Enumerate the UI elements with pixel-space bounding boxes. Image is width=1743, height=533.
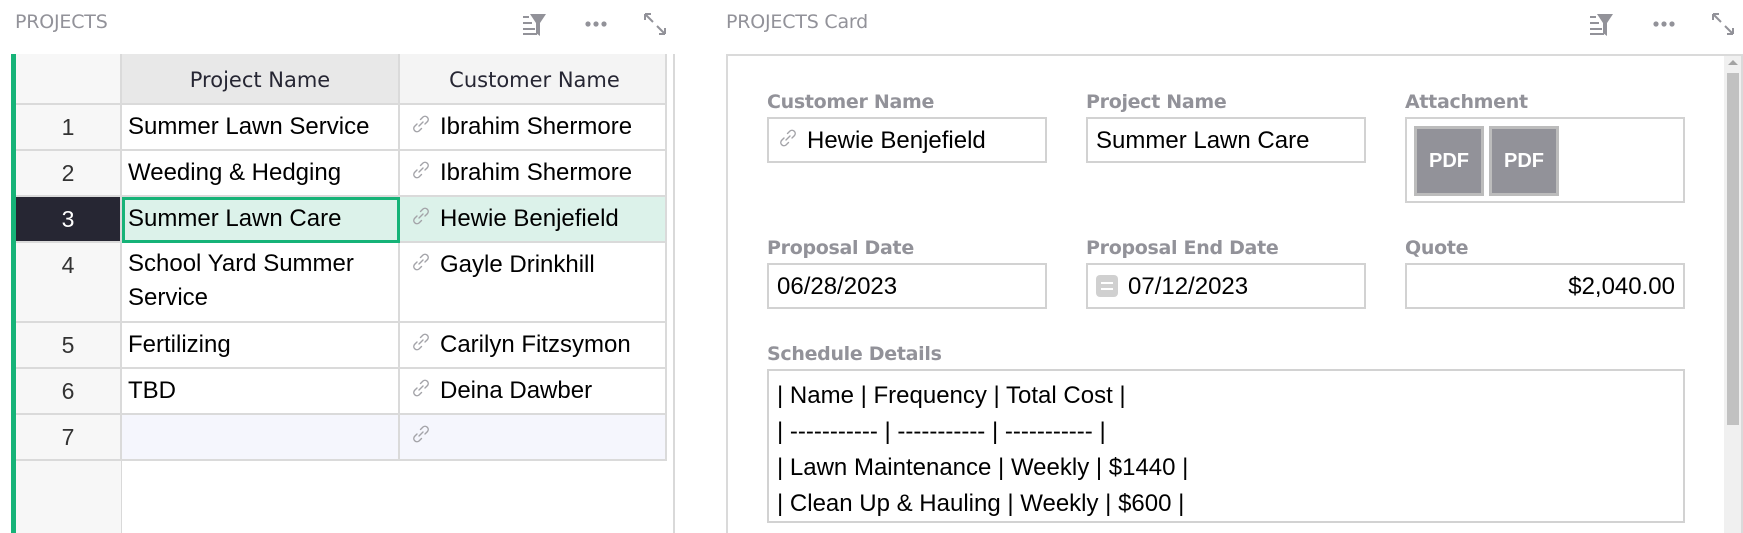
customer-name-cell[interactable]: [400, 415, 667, 461]
project-name-cell[interactable]: Fertilizing: [122, 323, 400, 369]
projects-section-title: PROJECTS: [15, 11, 108, 33]
proposal-end-date-field[interactable]: 07/12/2023: [1086, 263, 1366, 309]
reference-link-icon: [410, 113, 432, 135]
column-header-customer-name[interactable]: Customer Name: [400, 54, 667, 105]
more-options-icon[interactable]: [1651, 11, 1677, 37]
sort-filter-icon[interactable]: [521, 11, 547, 37]
schedule-details-label: Schedule Details: [767, 343, 942, 365]
card-scrollbar[interactable]: [1724, 56, 1741, 533]
quote-field[interactable]: $2,040.00: [1405, 263, 1685, 309]
table-row[interactable]: 1 Summer Lawn Service Ibrahim Shermore: [16, 105, 667, 151]
project-name-label: Project Name: [1086, 91, 1227, 113]
reference-link-icon: [410, 205, 432, 227]
row-number[interactable]: 7: [16, 415, 122, 461]
row-number[interactable]: 5: [16, 323, 122, 369]
customer-name-text: Ibrahim Shermore: [440, 159, 633, 186]
proposal-date-field[interactable]: 06/28/2023: [767, 263, 1047, 309]
row-number[interactable]: 1: [16, 105, 122, 151]
reference-link-icon: [410, 159, 432, 181]
schedule-details-line: | Clean Up & Hauling | Weekly | $600 |: [777, 490, 1185, 517]
project-name-cell-active[interactable]: Summer Lawn Care: [122, 197, 400, 243]
customer-name-text: Gayle Drinkhill: [440, 251, 595, 278]
pdf-attachment-thumbnail[interactable]: PDF: [1414, 126, 1484, 196]
quote-label: Quote: [1405, 237, 1469, 259]
scrollbar-thumb[interactable]: [1727, 73, 1739, 425]
scroll-up-arrow-icon[interactable]: [1728, 60, 1738, 65]
proposal-end-date-label: Proposal End Date: [1086, 237, 1279, 259]
proposal-end-date-value: 07/12/2023: [1128, 273, 1249, 300]
schedule-details-line: | Lawn Maintenance | Weekly | $1440 |: [777, 454, 1189, 481]
customer-name-cell[interactable]: Ibrahim Shermore: [400, 151, 667, 197]
customer-name-text: Deina Dawber: [440, 377, 593, 404]
schedule-details-line: | Name | Frequency | Total Cost |: [777, 382, 1126, 409]
project-name-cell[interactable]: School Yard Summer Service: [122, 243, 400, 323]
table-row[interactable]: 6 TBD Deina Dawber: [16, 369, 667, 415]
project-name-cell[interactable]: Weeding & Hedging: [122, 151, 400, 197]
row-number[interactable]: 4: [16, 243, 122, 323]
schedule-details-field[interactable]: | Name | Frequency | Total Cost | | ----…: [767, 369, 1685, 523]
reference-link-icon: [410, 377, 432, 399]
customer-name-text: Hewie Benjefield: [440, 205, 619, 232]
reference-link-icon: [410, 331, 432, 353]
table-row-selected[interactable]: 3 Summer Lawn Care Hewie Benjefield: [16, 197, 667, 243]
customer-name-cell[interactable]: Carilyn Fitzsymon: [400, 323, 667, 369]
table-row[interactable]: 4 School Yard Summer Service Gayle Drink…: [16, 243, 667, 323]
table-row[interactable]: 2 Weeding & Hedging Ibrahim Shermore: [16, 151, 667, 197]
expand-icon[interactable]: [1710, 11, 1736, 37]
table-row[interactable]: 5 Fertilizing Carilyn Fitzsymon: [16, 323, 667, 369]
expand-icon[interactable]: [642, 11, 668, 37]
customer-name-cell[interactable]: Ibrahim Shermore: [400, 105, 667, 151]
customer-name-text: Carilyn Fitzsymon: [440, 331, 631, 358]
customer-name-text: Ibrahim Shermore: [440, 113, 633, 140]
reference-link-icon: [410, 251, 432, 273]
customer-name-value: Hewie Benjefield: [807, 127, 986, 154]
attachment-label: Attachment: [1405, 91, 1528, 113]
project-name-cell[interactable]: Summer Lawn Service: [122, 105, 400, 151]
projects-grid: Project Name Customer Name 1 Summer Lawn…: [11, 54, 675, 533]
attachment-field[interactable]: PDF PDF: [1405, 117, 1685, 203]
customer-name-label: Customer Name: [767, 91, 935, 113]
customer-name-cell[interactable]: Deina Dawber: [400, 369, 667, 415]
row-number-header: [16, 54, 122, 105]
proposal-date-label: Proposal Date: [767, 237, 914, 259]
project-name-field[interactable]: Summer Lawn Care: [1086, 117, 1366, 163]
sort-filter-icon[interactable]: [1588, 11, 1614, 37]
row-number[interactable]: 3: [16, 197, 122, 243]
reference-link-icon: [777, 127, 799, 149]
formula-column-icon: [1096, 275, 1118, 297]
customer-name-field[interactable]: Hewie Benjefield: [767, 117, 1047, 163]
more-options-icon[interactable]: [583, 11, 609, 37]
customer-name-cell[interactable]: Hewie Benjefield: [400, 197, 667, 243]
card-section-title: PROJECTS Card: [726, 11, 869, 33]
project-name-cell[interactable]: TBD: [122, 369, 400, 415]
table-row-new[interactable]: 7: [16, 415, 667, 461]
reference-link-icon: [410, 423, 432, 445]
row-number[interactable]: 6: [16, 369, 122, 415]
customer-name-cell[interactable]: Gayle Drinkhill: [400, 243, 667, 323]
grid-header-row: Project Name Customer Name: [16, 54, 667, 105]
pdf-attachment-thumbnail[interactable]: PDF: [1489, 126, 1559, 196]
row-number[interactable]: 2: [16, 151, 122, 197]
project-name-cell[interactable]: [122, 415, 400, 461]
column-header-project-name[interactable]: Project Name: [122, 54, 400, 105]
schedule-details-line: | ----------- | ----------- | ----------…: [777, 418, 1106, 445]
